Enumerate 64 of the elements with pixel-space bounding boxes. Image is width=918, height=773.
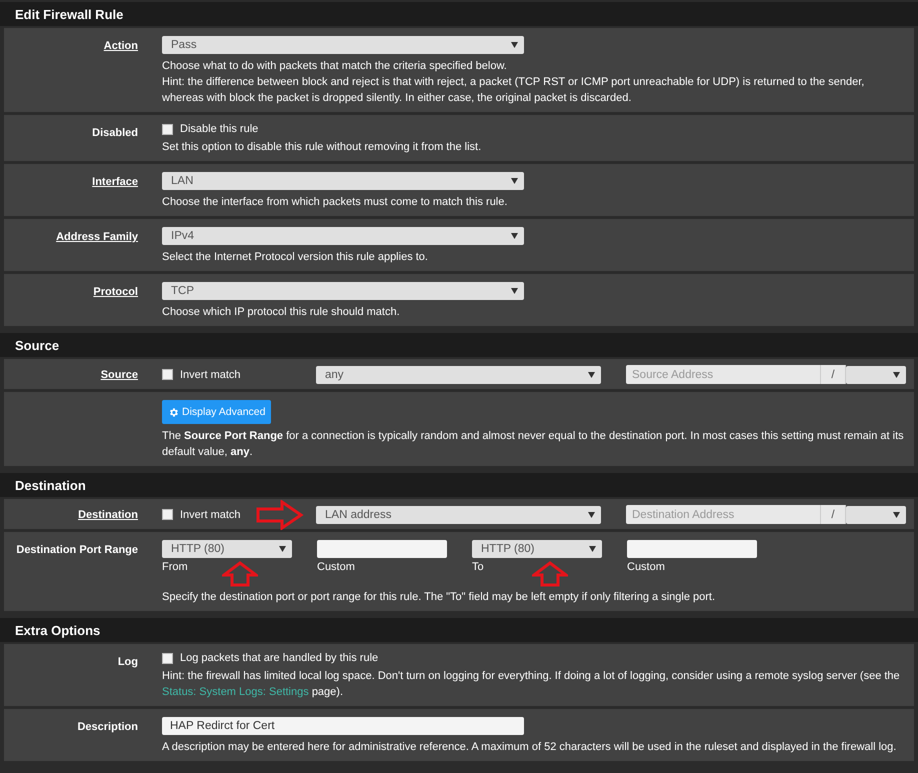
caret-icon bbox=[589, 546, 596, 552]
help-text: Set this option to disable this rule without removing it from the list. bbox=[162, 140, 482, 155]
checkbox-label: Disable this rule bbox=[180, 123, 258, 135]
field-label: Description bbox=[77, 720, 138, 733]
section-header: Extra Options bbox=[0, 618, 918, 642]
caret-icon bbox=[588, 372, 595, 378]
field-label-link[interactable]: Action bbox=[104, 36, 138, 52]
port-dropdown[interactable]: HTTP (80) bbox=[472, 540, 602, 558]
type-dropdown[interactable]: LAN address bbox=[316, 506, 601, 524]
field-caption: Custom bbox=[627, 561, 665, 573]
slash-label: / bbox=[820, 505, 846, 524]
gear-icon bbox=[168, 406, 179, 418]
caret-icon bbox=[511, 233, 518, 239]
dropdown[interactable]: TCP bbox=[162, 282, 524, 300]
help-text: The Source Port Range for a connection is typically random and almost never equal to the destination port. In most cases this setting must remain at its default value, any. bbox=[162, 429, 905, 460]
field-caption: From bbox=[162, 561, 188, 573]
checkbox[interactable] bbox=[162, 509, 173, 520]
checkbox[interactable] bbox=[162, 652, 173, 664]
description-field[interactable]: HAP Redirct for Cert bbox=[162, 717, 524, 735]
dropdown[interactable]: IPv4 bbox=[162, 227, 524, 245]
checkbox[interactable] bbox=[162, 124, 173, 134]
port-field[interactable] bbox=[627, 540, 757, 558]
field-label: Log bbox=[118, 655, 138, 668]
field-label: Destination Port Range bbox=[16, 543, 138, 556]
checkbox-label: Invert match bbox=[180, 508, 241, 520]
field-caption: Custom bbox=[317, 561, 355, 573]
caret-icon bbox=[893, 372, 900, 378]
caret-icon bbox=[511, 178, 518, 184]
caret-icon bbox=[511, 288, 518, 294]
field-label-link[interactable]: Interface bbox=[92, 172, 138, 188]
caret-icon bbox=[588, 512, 595, 518]
field-label-link[interactable]: Destination bbox=[78, 505, 138, 521]
help-text: Choose what to do with packets that match the criteria specified below. bbox=[162, 59, 508, 74]
mask-dropdown[interactable] bbox=[846, 506, 906, 524]
field-caption: To bbox=[472, 561, 484, 573]
field-label: Disabled bbox=[92, 126, 138, 139]
field-label-link[interactable]: Source bbox=[100, 365, 138, 381]
help-text: Hint: the firewall has limited local log space. Don't turn on logging for everything. If doing a lot of logging, consider using a remote syslog server (see the Status: System Logs: Settings page). bbox=[162, 669, 901, 700]
help-text: Hint: the difference between block and reject is that with reject, a packet (TCP RST or ICMP port unreachable for UDP) is returned to the sender, whereas with block the packet is dropped silently. In either case, the original packet is discarded. bbox=[162, 75, 866, 106]
help-text: Select the Internet Protocol version this rule applies to. bbox=[162, 250, 429, 265]
checkbox-label: Invert match bbox=[180, 368, 241, 380]
type-dropdown[interactable]: any bbox=[316, 366, 601, 384]
help-text: Specify the destination port or port range for this rule. The "To" field may be left empty if only filtering a single port. bbox=[162, 590, 716, 605]
slash-label: / bbox=[820, 365, 846, 384]
caret-icon bbox=[893, 512, 900, 518]
settings-link[interactable]: Status: System Logs: Settings bbox=[162, 686, 309, 698]
help-text: A description may be entered here for administrative reference. A maximum of 52 characters will be used in the ruleset and displayed in the firewall log. bbox=[162, 740, 898, 755]
help-text: Choose the interface from which packets must come to match this rule. bbox=[162, 195, 508, 210]
port-field[interactable] bbox=[317, 540, 447, 558]
caret-icon bbox=[511, 42, 518, 48]
help-text: Choose which IP protocol this rule should match. bbox=[162, 305, 401, 320]
field-label-link[interactable]: Protocol bbox=[93, 282, 138, 298]
mask-dropdown[interactable] bbox=[846, 366, 906, 384]
section-header: Edit Firewall Rule bbox=[0, 2, 918, 26]
section-header: Source bbox=[0, 333, 918, 357]
dropdown[interactable]: LAN bbox=[162, 172, 524, 190]
port-dropdown[interactable]: HTTP (80) bbox=[162, 540, 292, 558]
checkbox[interactable] bbox=[162, 369, 173, 380]
dropdown[interactable]: Pass bbox=[162, 36, 524, 54]
checkbox-label: Log packets that are handled by this rule bbox=[180, 652, 378, 664]
caret-icon bbox=[279, 546, 286, 552]
section-header: Destination bbox=[0, 473, 918, 497]
field-label-link[interactable]: Address Family bbox=[56, 227, 138, 243]
display-advanced-button[interactable]: Display Advanced bbox=[162, 400, 272, 424]
